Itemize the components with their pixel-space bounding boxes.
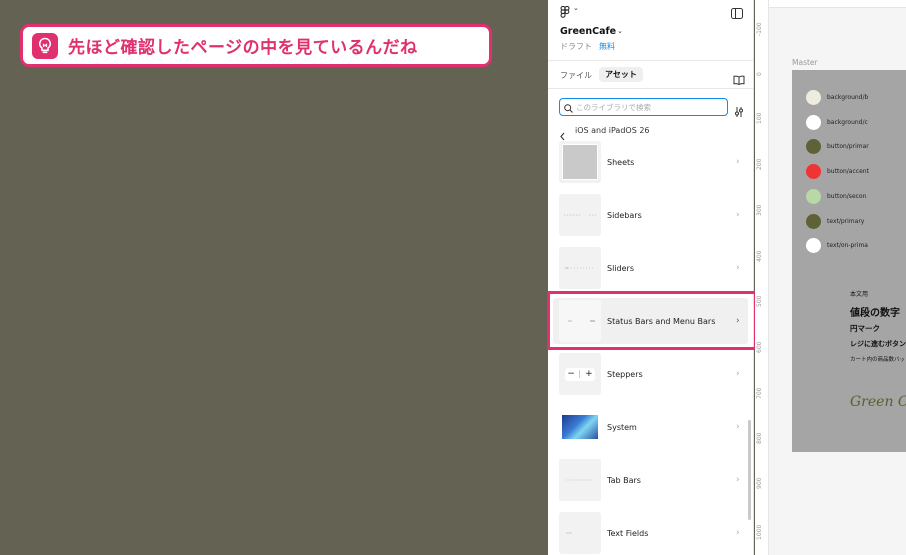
chevron-down-icon[interactable]: ⌄	[573, 4, 579, 12]
scrollbar[interactable]	[748, 420, 751, 520]
search-input[interactable]	[576, 102, 721, 112]
plan-badge[interactable]: 無料	[599, 41, 615, 52]
plus-icon: +	[585, 369, 593, 379]
horizontal-ruler	[769, 0, 906, 8]
color-swatch-row[interactable]: button/secon	[806, 189, 866, 204]
color-swatch-row[interactable]: text/primary	[806, 214, 864, 229]
chevron-right-icon: ›	[736, 528, 740, 538]
color-swatch-row[interactable]: background/c	[806, 115, 868, 130]
ruler-tick: 400	[756, 250, 763, 262]
typography-sample: カート内の商品数バッ	[850, 357, 906, 363]
divider	[548, 88, 753, 89]
typography-sample: 円マーク	[850, 324, 880, 333]
breadcrumb: iOS and iPadOS 26	[575, 126, 650, 135]
list-item[interactable]: Sheets ›	[548, 137, 753, 187]
tab-files[interactable]: ファイル	[560, 70, 592, 81]
color-swatch	[806, 164, 821, 179]
color-swatch-row[interactable]: button/accent	[806, 164, 869, 179]
sidebar-toggle-icon[interactable]	[731, 4, 743, 23]
color-swatch-row[interactable]: text/on-prima	[806, 238, 868, 253]
ruler-tick: 200	[756, 158, 763, 170]
list-item[interactable]: Text Fields ›	[548, 508, 753, 555]
color-swatch	[806, 189, 821, 204]
list-item-label: Steppers	[607, 369, 643, 379]
typography-caption: 本文用	[850, 291, 869, 298]
project-chevron-icon[interactable]: ⌄	[617, 27, 623, 35]
swatch-label: background/b	[827, 94, 869, 101]
search-icon	[564, 98, 573, 117]
list-item[interactable]: System ›	[548, 402, 753, 452]
list-item-label: Text Fields	[607, 528, 649, 538]
ruler-tick: 600	[756, 341, 763, 353]
list-item-label: Sliders	[607, 263, 634, 273]
assets-panel: ⌄ GreenCafe ⌄ ドラフト 無料 ファイル アセット このライブラリで…	[548, 0, 754, 555]
library-book-icon[interactable]	[733, 70, 745, 89]
highlight-box	[547, 291, 757, 350]
color-swatch	[806, 214, 821, 229]
vertical-ruler: -100 0 100 200 300 400 500 600 700 800 9…	[755, 0, 769, 555]
color-swatch	[806, 139, 821, 154]
swatch-label: button/secon	[827, 193, 867, 200]
swatch-label: text/on-prima	[827, 242, 868, 249]
list-item[interactable]: Tab Bars ›	[548, 455, 753, 505]
typography-sample: 値段の数字	[850, 308, 900, 319]
color-swatch	[806, 115, 821, 130]
chevron-right-icon: ›	[736, 369, 740, 379]
project-name[interactable]: GreenCafe	[560, 26, 616, 37]
item-thumbnail	[559, 247, 601, 289]
ruler-tick: 900	[756, 477, 763, 489]
ruler-tick: 700	[756, 387, 763, 399]
chevron-right-icon: ›	[736, 210, 740, 220]
chevron-right-icon: ›	[736, 422, 740, 432]
tab-assets[interactable]: アセット	[599, 67, 643, 82]
chevron-right-icon: ›	[736, 263, 740, 273]
ruler-tick: 100	[756, 112, 763, 124]
lightbulb-icon	[32, 32, 58, 59]
item-thumbnail	[559, 406, 601, 448]
filter-icon[interactable]	[734, 102, 744, 121]
item-thumbnail	[559, 512, 601, 554]
item-thumbnail	[559, 459, 601, 501]
design-canvas[interactable]: -100 0 100 200 300 400 500 600 700 800 9…	[755, 0, 906, 555]
chevron-right-icon: ›	[736, 157, 740, 167]
item-thumbnail	[559, 194, 601, 236]
ruler-tick: -100	[756, 22, 763, 36]
panel-topbar	[548, 0, 753, 20]
ruler-tick: 800	[756, 432, 763, 444]
list-item-label: Sheets	[607, 157, 635, 167]
hint-callout: 先ほど確認したページの中を見ているんだね	[20, 24, 492, 67]
swatch-label: background/c	[827, 119, 868, 126]
list-item[interactable]: Sidebars ›	[548, 190, 753, 240]
list-item-label: Tab Bars	[607, 475, 641, 485]
callout-text: 先ほど確認したページの中を見ているんだね	[68, 38, 418, 58]
divider	[548, 60, 753, 61]
list-item-label: Sidebars	[607, 210, 642, 220]
list-item[interactable]: − + Steppers ›	[548, 349, 753, 399]
chevron-right-icon: ›	[736, 475, 740, 485]
swatch-label: button/primar	[827, 143, 869, 150]
item-thumbnail: − +	[559, 353, 601, 395]
typography-sample: レジに進むボタン	[850, 340, 906, 348]
color-swatch-row[interactable]: background/b	[806, 90, 868, 105]
item-thumbnail	[559, 141, 601, 183]
list-item-label: System	[607, 422, 637, 432]
ruler-tick: 0	[756, 72, 763, 76]
minus-icon: −	[567, 369, 575, 379]
brand-logo-text: Green Caf	[850, 394, 906, 410]
frame-label[interactable]: Master	[792, 58, 818, 67]
ruler-tick: 1000	[756, 524, 763, 540]
swatch-label: text/primary	[827, 218, 865, 225]
color-swatch-row[interactable]: button/primar	[806, 139, 869, 154]
color-swatch	[806, 238, 821, 253]
ruler-tick: 500	[756, 295, 763, 307]
figma-logo-icon[interactable]	[560, 3, 570, 22]
search-box[interactable]	[559, 98, 728, 116]
color-swatch	[806, 90, 821, 105]
draft-label: ドラフト	[560, 42, 592, 51]
ruler-tick: 300	[756, 204, 763, 216]
list-item[interactable]: Sliders ›	[548, 243, 753, 293]
swatch-label: button/accent	[827, 168, 869, 175]
